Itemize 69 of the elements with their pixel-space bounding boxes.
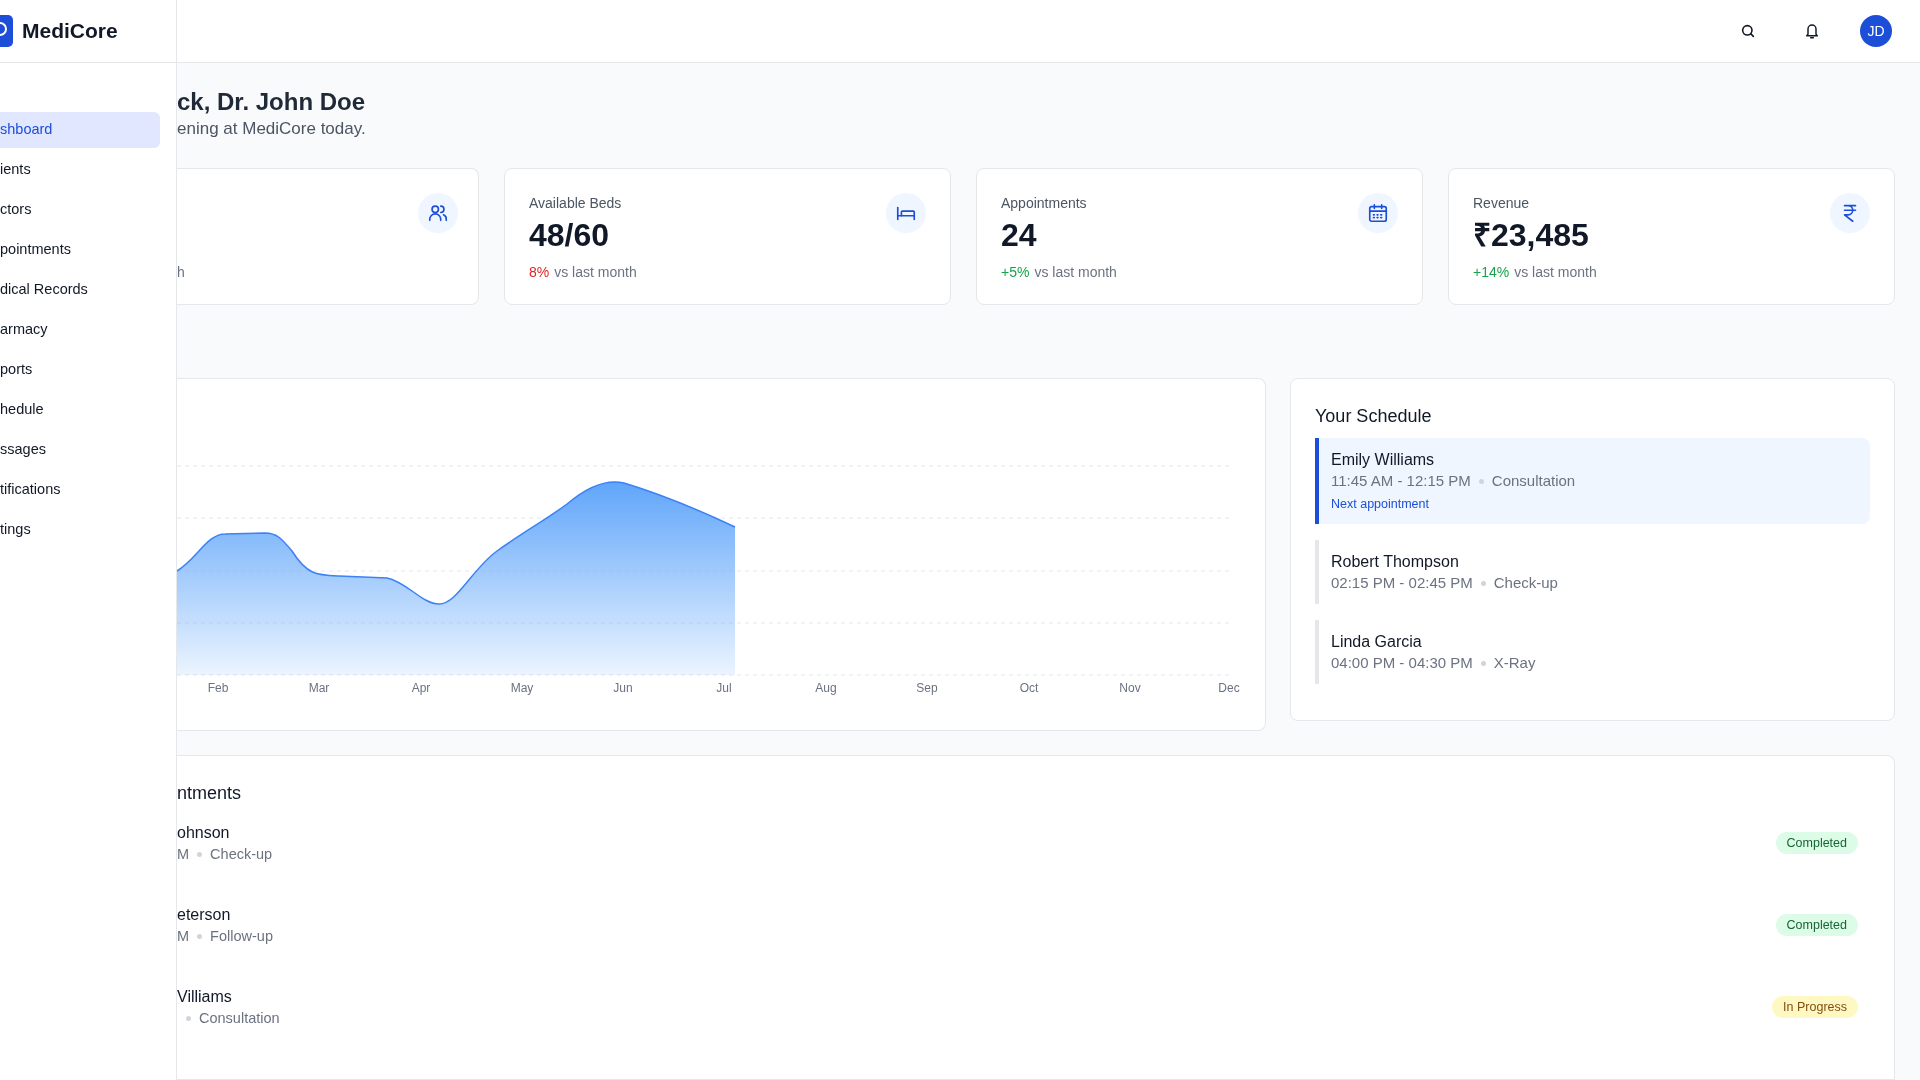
users-icon [427,202,449,224]
sidebar-item[interactable]: tings [0,512,160,548]
appointment-type: Check-up [210,845,273,864]
patient-name: eterson [177,905,231,925]
stat-value: 24 [1001,216,1037,255]
trend-change: +5% [1001,263,1030,282]
sidebar-item[interactable]: hedule [0,392,160,428]
sidebar-item[interactable]: ctors [0,192,160,228]
axis-label: Jul [716,681,732,695]
welcome-heading: ck, Dr. John Doe [177,87,366,117]
axis-label: Dec [1218,681,1240,695]
bell-icon [1804,22,1820,40]
trend-change: 8% [529,263,550,282]
appointment-type: Consultation [199,1009,280,1028]
appointment-time: M [177,845,190,864]
brand-name: MediCore [22,18,118,45]
stat-value: ₹23,485 [1473,216,1589,255]
appointment-time: 02:15 PM - 02:45 PM [1331,573,1473,593]
appointment-time: M [177,927,190,946]
sidebar-item[interactable]: armacy [0,312,160,348]
trend-change: +14% [1473,263,1510,282]
schedule-item[interactable]: Linda Garcia 04:00 PM - 04:30 PM X-Ray [1315,620,1870,684]
status-badge: Completed [1775,831,1858,855]
stat-value: 48/60 [529,216,610,255]
schedule-item[interactable]: Robert Thompson 02:15 PM - 02:45 PM Check-up [1315,540,1870,604]
axis-label: Aug [815,681,837,695]
status-badge: Completed [1775,913,1858,937]
patient-name: ohnson [177,823,230,843]
axis-label: Mar [308,681,330,695]
card-title: ntments [177,782,242,805]
stat-label: Appointments [1001,194,1087,213]
trend-note: h [177,263,185,282]
axis-label: Nov [1119,681,1141,695]
trend-note: vs last month [1034,263,1117,282]
appointment-type: X-Ray [1493,653,1536,673]
calendar-icon [1367,202,1389,224]
appointment-type: Consultation [1491,471,1576,491]
card-title: Your Schedule [1315,405,1432,428]
sidebar-item[interactable]: ssages [0,432,160,468]
sidebar-item[interactable]: tifications [0,472,160,508]
sidebar-item[interactable]: dical Records [0,272,160,308]
trend-note: vs last month [1514,263,1597,282]
axis-label: Oct [1019,681,1039,695]
status-badge: In Progress [1772,995,1858,1019]
sidebar-item[interactable]: ients [0,152,160,188]
sidebar-item[interactable]: ports [0,352,160,388]
appointment-type: Check-up [1493,573,1558,593]
user-avatar[interactable]: JD [1860,15,1892,47]
axis-label: Jun [613,681,633,695]
schedule-item[interactable]: Emily Williams 11:45 AM - 12:15 PM Consultation Next appointment [1315,438,1870,524]
stat-label: Revenue [1473,194,1530,213]
appointment-time: 04:00 PM - 04:30 PM [1331,653,1473,673]
patient-name: Emily Williams [1331,450,1435,470]
axis-label: Sep [916,681,938,695]
patient-name: Linda Garcia [1331,632,1422,652]
axis-label: Feb [207,681,229,695]
next-label: Next appointment [1331,496,1429,513]
trend-note: vs last month [554,263,637,282]
welcome-subtitle: ening at MediCore today. [177,118,366,140]
appointment-type: Follow-up [210,927,273,946]
sidebar-item[interactable]: pointments [0,232,160,268]
patient-name: Robert Thompson [1331,552,1459,572]
appointment-time: 11:45 AM - 12:15 PM [1331,471,1471,491]
stat-label: Available Beds [529,194,622,213]
sidebar-item[interactable]: shboard [0,112,160,148]
search-icon [1740,23,1756,39]
axis-label: May [510,681,534,695]
axis-label: Apr [411,681,431,695]
patient-name: Villiams [177,987,232,1007]
